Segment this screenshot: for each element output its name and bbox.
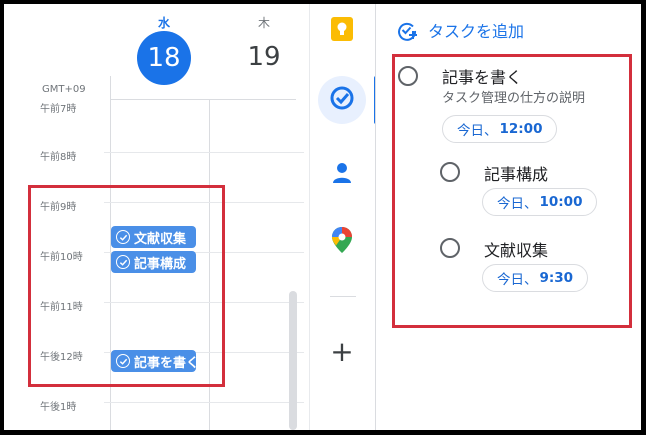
hour-line — [104, 202, 304, 203]
task-complete-checkbox[interactable] — [440, 238, 460, 258]
maps-button[interactable] — [318, 218, 366, 266]
due-time: 12:00 — [499, 121, 543, 137]
check-icon — [116, 230, 130, 244]
hour-label: 午前7時 — [40, 104, 77, 115]
day-of-week: 水 — [157, 16, 170, 30]
add-task-button[interactable]: タスクを追加 — [396, 18, 524, 42]
task-title[interactable]: 記事構成 — [484, 161, 548, 185]
due-time: 9:30 — [539, 270, 574, 286]
calendar-task-event[interactable]: 記事を書く — [111, 350, 196, 372]
task-due-chip[interactable]: 今日、 12:00 — [442, 115, 558, 143]
contacts-icon — [331, 161, 353, 189]
task-title[interactable]: 文献収集 — [484, 237, 548, 261]
due-day: 今日、 — [457, 123, 498, 139]
add-addon-button[interactable]: + — [318, 328, 366, 376]
calendar-day-view: 水 18 木 19 GMT+09 午前7時 午前8時 午前9時 午前10時 午前… — [4, 4, 309, 430]
tasks-button[interactable] — [318, 76, 366, 124]
day-header-thu[interactable]: 木 19 — [234, 14, 294, 83]
hour-line — [104, 152, 304, 153]
divider — [110, 99, 296, 100]
check-icon — [116, 255, 130, 269]
task-complete-checkbox[interactable] — [398, 66, 418, 86]
due-time: 10:00 — [539, 194, 583, 210]
scrollbar[interactable] — [289, 291, 297, 430]
check-icon — [116, 354, 130, 368]
task-due-chip[interactable]: 今日、 10:00 — [482, 188, 598, 216]
day-header-wed[interactable]: 水 18 — [134, 14, 194, 85]
add-task-icon — [396, 19, 418, 41]
hour-label: 午前8時 — [40, 152, 77, 163]
event-title: 文献収集 — [134, 231, 187, 247]
add-icon: + — [330, 335, 354, 368]
timezone-label: GMT+09 — [42, 84, 86, 95]
calendar-task-event[interactable]: 記事構成 — [111, 251, 196, 273]
task-due-chip[interactable]: 今日、 9:30 — [482, 264, 589, 292]
app-window: 水 18 木 19 GMT+09 午前7時 午前8時 午前9時 午前10時 午前… — [4, 4, 641, 430]
event-title: 記事を書く — [134, 355, 196, 371]
side-panel-rail: + — [309, 4, 378, 430]
hour-label: 午後12時 — [40, 352, 83, 363]
calendar-task-event[interactable]: 文献収集 — [111, 226, 196, 248]
maps-icon — [331, 226, 353, 258]
due-day: 今日、 — [497, 272, 538, 288]
date-number[interactable]: 19 — [234, 31, 294, 83]
hour-label: 午前11時 — [40, 302, 83, 313]
hour-label: 午後1時 — [40, 402, 77, 413]
day-of-week: 木 — [257, 16, 270, 30]
event-title: 記事構成 — [134, 256, 187, 272]
divider — [330, 296, 356, 297]
hour-line — [104, 302, 304, 303]
tasks-icon — [329, 85, 355, 115]
due-day: 今日、 — [497, 196, 538, 212]
task-title[interactable]: 記事を書く — [442, 64, 522, 88]
keep-icon — [330, 16, 354, 46]
hour-label: 午前10時 — [40, 252, 83, 263]
keep-button[interactable] — [318, 7, 366, 55]
hour-line — [104, 402, 304, 403]
date-number[interactable]: 18 — [137, 31, 191, 85]
hour-label: 午前9時 — [40, 202, 77, 213]
task-complete-checkbox[interactable] — [440, 162, 460, 182]
tasks-panel: タスクを追加 記事を書く タスク管理の仕方の説明 今日、 12:00 記事構成 今… — [375, 4, 641, 430]
divider — [209, 99, 210, 430]
task-description: タスク管理の仕方の説明 — [442, 91, 586, 106]
contacts-button[interactable] — [318, 151, 366, 199]
add-task-label: タスクを追加 — [428, 22, 525, 41]
